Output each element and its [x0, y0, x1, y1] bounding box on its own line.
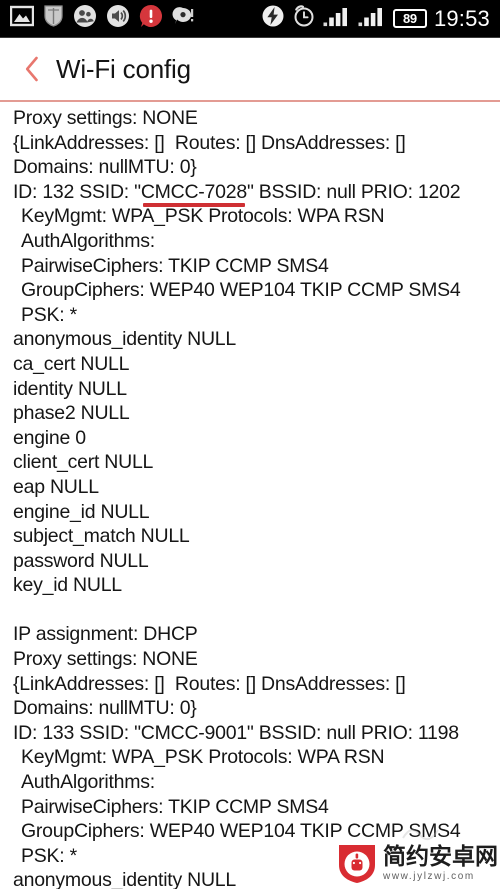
android-shield-logo-icon	[337, 843, 377, 885]
wifi-config-text-body[interactable]: Proxy settings: NONE {LinkAddresses: [] R…	[0, 102, 500, 889]
config-line: engine 0	[13, 426, 86, 449]
gallery-icon	[9, 5, 35, 32]
battery-indicator: 89	[392, 9, 427, 28]
battery-level-label: 89	[403, 11, 417, 26]
config-line: PairwiseCiphers: TKIP CCMP SMS4	[21, 254, 329, 277]
config-line: AuthAlgorithms:	[21, 771, 155, 794]
watermark-swoosh-icon	[402, 829, 439, 841]
config-line: ID: 132 SSID: "CMCC-7028" BSSID: null PR…	[13, 180, 461, 207]
contacts-icon	[73, 4, 97, 33]
config-line: GroupCiphers: WEP40 WEP104 TKIP CCMP SMS…	[21, 279, 461, 302]
alarm-clock-icon	[292, 4, 316, 33]
config-line: eap NULL	[13, 475, 99, 498]
config-line	[0, 598, 500, 623]
watermark-url: www.jylzwj.com	[383, 871, 475, 882]
config-line: password NULL	[13, 549, 149, 572]
config-line: KeyMgmt: WPA_PSK Protocols: WPA RSN	[21, 205, 385, 228]
config-line: ca_cert NULL	[13, 352, 130, 375]
alert-icon	[139, 4, 163, 33]
status-bar-right-icons: 89 19:53	[261, 4, 492, 33]
config-line: subject_match NULL	[13, 525, 190, 548]
config-line: AuthAlgorithms:	[21, 229, 155, 252]
config-line: IP assignment: DHCP	[13, 623, 198, 646]
config-line: Domains: nullMTU: 0}	[13, 697, 197, 720]
config-line: Proxy settings: NONE	[13, 648, 198, 671]
page-title: Wi-Fi config	[56, 53, 191, 84]
config-line: Proxy settings: NONE	[13, 107, 198, 129]
config-line: identity NULL	[13, 377, 127, 400]
message-icon	[172, 5, 196, 32]
config-line: phase2 NULL	[13, 402, 130, 425]
config-line: PSK: *	[21, 303, 77, 326]
site-watermark: 简约安卓网 www.jylzwj.com	[337, 843, 498, 885]
config-line: key_id NULL	[13, 574, 122, 597]
watermark-site-name: 简约安卓网	[383, 844, 498, 870]
watermark-text-block: 简约安卓网 www.jylzwj.com	[383, 846, 498, 882]
config-line: PairwiseCiphers: TKIP CCMP SMS4	[21, 795, 329, 818]
config-line: Domains: nullMTU: 0}	[13, 156, 197, 179]
status-bar-left-icons	[9, 4, 196, 33]
back-arrow-icon[interactable]	[24, 56, 40, 82]
config-line: KeyMgmt: WPA_PSK Protocols: WPA RSN	[21, 746, 385, 769]
config-line: engine_id NULL	[13, 500, 150, 523]
app-header: Wi-Fi config	[0, 38, 500, 100]
config-line: {LinkAddresses: [] Routes: [] DnsAddress…	[13, 672, 406, 695]
shield-icon	[43, 4, 64, 33]
config-line: anonymous_identity NULL	[13, 328, 236, 351]
config-line: ID: 133 SSID: "CMCC-9001" BSSID: null PR…	[13, 721, 459, 744]
config-line-list: Proxy settings: NONE {LinkAddresses: [] R…	[0, 106, 500, 889]
signal-bars-sim2-icon	[358, 5, 386, 32]
status-bar: 89 19:53	[0, 0, 500, 38]
config-line: client_cert NULL	[13, 451, 154, 474]
charging-bolt-icon	[261, 4, 285, 33]
config-line: {LinkAddresses: [] Routes: [] DnsAddress…	[13, 131, 406, 154]
volume-icon	[106, 4, 130, 33]
signal-bars-sim1-icon	[323, 5, 351, 32]
status-bar-clock: 19:53	[433, 5, 490, 31]
highlighted-ssid: CMCC-7028	[140, 180, 247, 207]
